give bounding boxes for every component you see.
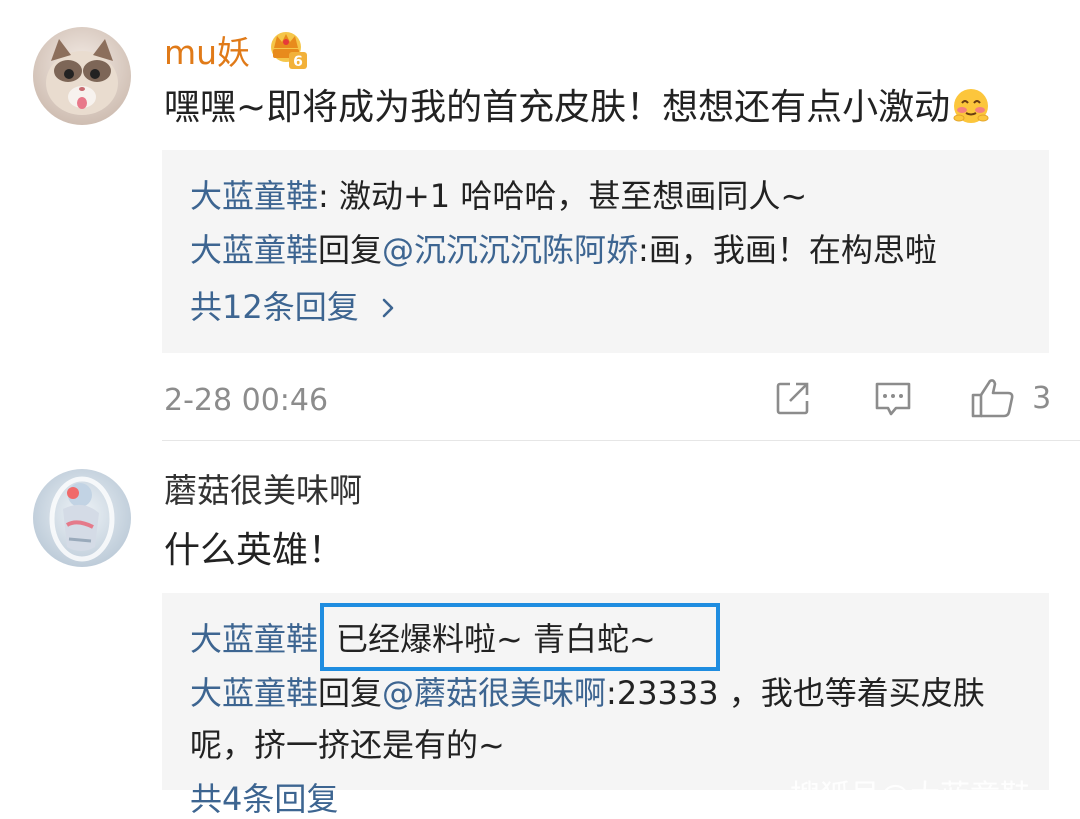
username[interactable]: mu妖 6 [164,30,309,79]
crown-badge-icon: 6 [267,30,309,79]
like-button[interactable]: 3 [971,377,1051,419]
share-button[interactable] [774,379,812,421]
blushing-emoji-icon [952,87,990,136]
cat-avatar-image [33,27,131,125]
reply-line: 大蓝童鞋: 激动+1 哈哈哈，甚至想画同人~ [190,176,807,216]
comment-text: 什么英雄！ [164,530,345,571]
reply-word: 回复 [318,231,383,269]
more-replies-text[interactable]: 共12条回复 [190,288,359,326]
reply-text: :画，我画！在构思啦 [638,231,937,269]
highlight-box [320,603,720,671]
comment-item: 蘑菇很美味啊 什么英雄！ 大蓝童鞋 已经爆料啦~ 青白蛇~ 大蓝童鞋回复@蘑菇很美… [0,441,1080,818]
reply-word: 回复 [318,674,383,712]
reply-author-link[interactable]: 大蓝童鞋 [190,620,318,658]
comment-button[interactable] [874,380,912,422]
comment-text-body: 嘿嘿~即将成为我的首充皮肤！想想还有点小激动 [164,87,951,128]
reply-text: :23333 ，我也等着买皮肤 [606,674,985,712]
more-replies-text[interactable]: 共4条回复 [190,780,338,818]
more-replies-link[interactable]: 共12条回复 [190,287,395,328]
watermark-text: 搜狐号@大蓝童鞋 [790,779,1030,814]
share-icon [776,382,809,415]
reply-author-link[interactable]: 大蓝童鞋 [190,674,318,712]
mention-link[interactable]: @蘑菇很美味啊 [382,674,606,712]
avatar[interactable] [33,469,131,567]
reply-line: 大蓝童鞋回复@蘑菇很美味啊:23333 ，我也等着买皮肤 [190,673,985,713]
username-text[interactable]: mu妖 [164,33,250,72]
reply-preview-box[interactable]: 大蓝童鞋: 激动+1 哈哈哈，甚至想画同人~ 大蓝童鞋回复@沉沉沉沉陈阿娇:画，… [162,150,1049,353]
like-count: 3 [1032,380,1052,416]
timestamp: 2-28 00:46 [164,383,329,418]
comment-text: 嘿嘿~即将成为我的首充皮肤！想想还有点小激动 [164,86,990,136]
reply-text: 激动+1 哈哈哈，甚至想画同人~ [338,177,808,215]
avatar[interactable] [33,27,131,125]
chevron-right-icon [381,288,395,328]
thumbs-up-icon [971,379,1014,418]
reply-line-continued: 呢，挤一挤还是有的~ [190,726,505,764]
mention-link[interactable]: @沉沉沉沉陈阿娇 [382,231,638,269]
reply-separator: : [318,177,339,215]
figure-avatar-image [33,469,131,567]
comment-item: mu妖 6 嘿嘿~即将成为我的首充皮肤！想想还有点小激动 大蓝童鞋: 激动+1 … [0,0,1080,441]
more-replies-link[interactable]: 共4条回复 [190,779,338,819]
reply-line: 大蓝童鞋回复@沉沉沉沉陈阿娇:画，我画！在构思啦 [190,230,937,270]
username[interactable]: 蘑菇很美味啊 [164,471,362,511]
reply-author-link[interactable]: 大蓝童鞋 [190,177,318,215]
badge-level: 6 [293,54,303,70]
reply-author-link[interactable]: 大蓝童鞋 [190,231,318,269]
comment-icon [875,382,911,416]
